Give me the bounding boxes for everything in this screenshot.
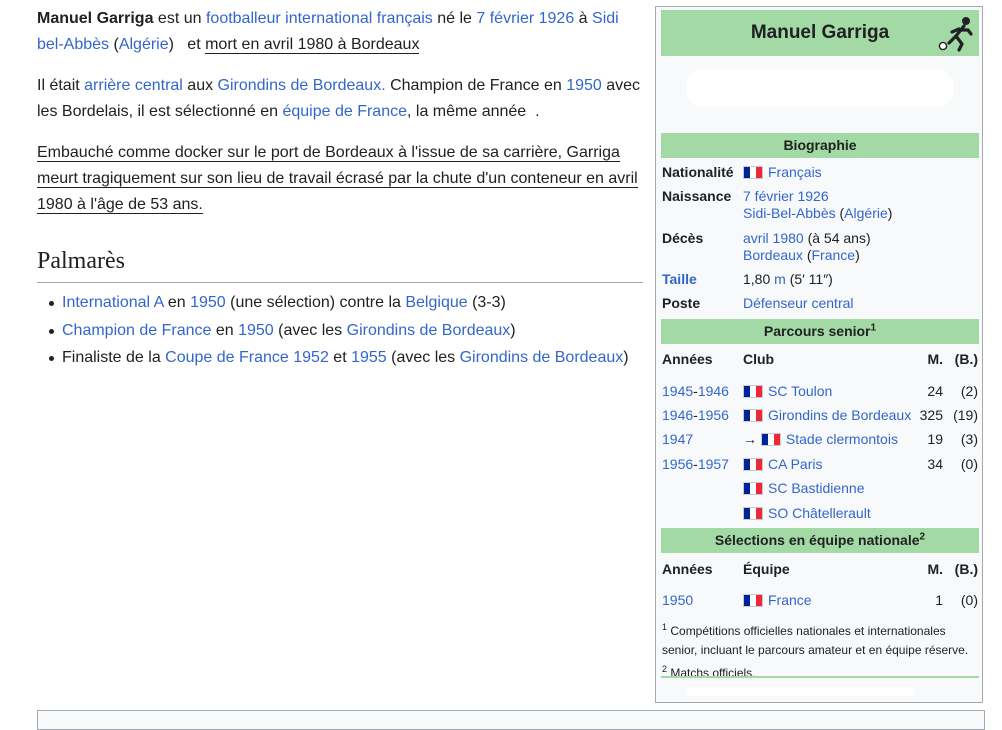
list-item: International A en 1950 (une sélection) …	[49, 289, 643, 317]
link-1950[interactable]: 1950	[190, 294, 226, 311]
france-flag-icon	[743, 507, 763, 520]
france-flag-icon	[743, 594, 763, 607]
link-year[interactable]: 1947	[662, 431, 693, 447]
link-death-date[interactable]: avril 1980	[743, 230, 804, 246]
link-coupe-de-france-1952[interactable]: Coupe de France 1952	[165, 349, 329, 366]
infobox-title: Manuel Garriga	[661, 10, 979, 56]
link-equipe-de-france[interactable]: équipe de France	[282, 103, 407, 120]
infobox-image	[686, 69, 954, 107]
link-algerie[interactable]: Algérie	[119, 36, 169, 53]
footnote-1: 1 Compétitions officielles nationales et…	[662, 622, 969, 657]
link-france[interactable]: France	[812, 247, 856, 263]
france-flag-icon	[743, 166, 763, 179]
link-taille[interactable]: Taille	[662, 271, 697, 288]
france-flag-icon	[743, 482, 763, 495]
section-biographie: Biographie	[661, 133, 979, 158]
footballer-icon	[938, 17, 973, 52]
link-year[interactable]: 1946	[698, 383, 729, 399]
link-1950[interactable]: 1950	[238, 322, 274, 339]
france-flag-icon	[760, 433, 781, 446]
link-equipe-de-france[interactable]: France	[768, 592, 812, 608]
section-selections-nationales: Sélections en équipe nationale2	[661, 528, 979, 553]
death-paragraph: Embauché comme docker sur le port de Bor…	[37, 144, 638, 214]
france-flag-icon	[743, 458, 763, 471]
link-year[interactable]: 1957	[698, 456, 729, 472]
death-text: mort en avril 1980 à Bordeaux	[205, 36, 420, 54]
france-flag-icon	[743, 385, 763, 398]
palmares-list: International A en 1950 (une sélection) …	[37, 289, 643, 372]
palmares-heading: Palmarès	[37, 246, 643, 283]
link-international-a[interactable]: International A	[62, 294, 163, 311]
infobox-footer-image	[686, 687, 916, 696]
link-year[interactable]: 1945	[662, 383, 693, 399]
navbox-top-edge	[37, 710, 985, 730]
link-girondins[interactable]: Girondins de Bordeaux	[347, 322, 511, 339]
link-1950[interactable]: 1950	[566, 77, 602, 94]
link-belgique[interactable]: Belgique	[405, 294, 467, 311]
link-francais[interactable]: Français	[768, 164, 822, 180]
link-club[interactable]: Stade clermontois	[786, 431, 898, 447]
list-item: Finaliste de la Coupe de France 1952 et …	[49, 344, 643, 372]
link-arriere-central[interactable]: arrière central	[84, 77, 183, 94]
link-1955[interactable]: 1955	[351, 349, 387, 366]
link-birth-date[interactable]: 7 février 1926	[743, 188, 829, 204]
link-year[interactable]: 1956	[698, 407, 729, 423]
link-sidi-bel-abbes[interactable]: Sidi-Bel-Abbès	[743, 205, 836, 221]
infobox-divider	[661, 676, 979, 678]
footnote-2: 2 Matchs officiels.	[662, 664, 756, 680]
link-year[interactable]: 1946	[662, 407, 693, 423]
link-francais[interactable]: français	[377, 10, 433, 27]
link-metre[interactable]: m	[774, 271, 786, 287]
link-club[interactable]: SC Toulon	[768, 383, 832, 399]
link-club[interactable]: SC Bastidienne	[768, 480, 865, 496]
link-footballeur[interactable]: footballeur	[206, 10, 281, 27]
link-defenseur-central[interactable]: Défenseur central	[743, 295, 854, 311]
list-item: Champion de France en 1950 (avec les Gir…	[49, 317, 643, 345]
link-champion-de-france[interactable]: Champion de France	[62, 322, 211, 339]
link-year[interactable]: 1956	[662, 456, 693, 472]
link-club[interactable]: Girondins de Bordeaux	[768, 407, 911, 423]
link-girondins[interactable]: Girondins de Bordeaux	[460, 349, 624, 366]
link-year[interactable]: 1950	[662, 592, 693, 608]
career-paragraph: Il était arrière central aux Girondins d…	[37, 77, 641, 120]
link-girondins[interactable]: Girondins de Bordeaux.	[218, 77, 386, 94]
section-parcours-senior: Parcours senior1	[661, 319, 979, 344]
link-bordeaux[interactable]: Bordeaux	[743, 247, 803, 263]
link-international[interactable]: international	[285, 10, 372, 27]
link-club[interactable]: CA Paris	[768, 456, 822, 472]
link-club[interactable]: SO Châtellerault	[768, 505, 871, 521]
infobox: Manuel Garriga Biographie Nationalité Fr…	[655, 6, 983, 703]
france-flag-icon	[743, 409, 763, 422]
article-body: Manuel Garriga est un footballeur intern…	[37, 6, 643, 372]
infobox-footnotes: 1 Compétitions officielles nationales et…	[662, 618, 980, 683]
subject-name: Manuel Garriga	[37, 10, 154, 27]
link-algerie[interactable]: Algérie	[844, 205, 888, 221]
intro-paragraph: Manuel Garriga est un footballeur intern…	[37, 10, 619, 54]
loan-arrow-icon: →	[743, 431, 761, 447]
link-birth-date[interactable]: 7 février 1926	[476, 10, 574, 27]
